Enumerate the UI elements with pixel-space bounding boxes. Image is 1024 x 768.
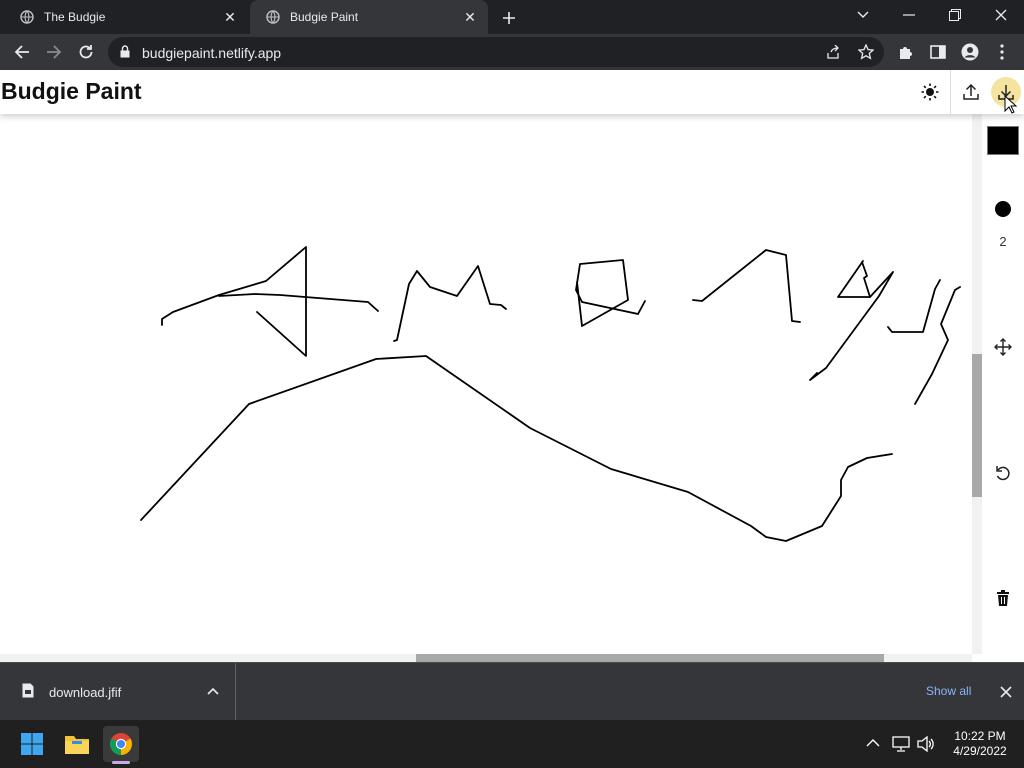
app-header: Budgie Paint	[0, 70, 1024, 114]
forward-button[interactable]	[40, 38, 68, 66]
close-icon	[995, 9, 1007, 21]
stroke-scribble-10	[914, 286, 961, 405]
stroke-scribble-9	[887, 279, 941, 333]
plus-icon	[503, 12, 515, 24]
tab-title: The Budgie	[44, 10, 106, 24]
address-bar[interactable]: budgiepaint.netlify.app	[108, 37, 884, 67]
stroke-scribble-2	[218, 293, 379, 312]
download-item[interactable]: download.jfif	[0, 663, 236, 720]
restore-button[interactable]	[932, 0, 978, 30]
chrome-taskbar-button[interactable]	[103, 726, 139, 762]
theme-toggle-button[interactable]	[915, 77, 945, 107]
chevron-up-icon[interactable]	[866, 738, 880, 748]
windows-taskbar: 10:22 PM 4/29/2022	[0, 720, 1024, 768]
profile-button[interactable]	[956, 38, 984, 66]
globe-icon	[266, 10, 280, 24]
minimize-button[interactable]	[886, 0, 932, 30]
side-panel-icon	[930, 45, 946, 59]
header-divider	[950, 70, 951, 114]
lock-icon	[120, 45, 130, 58]
new-tab-button[interactable]	[496, 5, 522, 31]
puzzle-icon	[900, 47, 912, 59]
budgie-paint-app: Budgie Paint 2	[0, 70, 1024, 662]
stroke-scribble-3	[393, 265, 507, 342]
stroke-scribble-5	[637, 300, 646, 315]
tab-title: Budgie Paint	[290, 10, 359, 24]
stroke-scribble-8	[809, 271, 894, 381]
more-vert-icon	[1000, 44, 1004, 60]
vertical-scrollbar-thumb[interactable]	[972, 354, 982, 497]
chevron-up-icon[interactable]	[204, 683, 222, 701]
clock-date: 4/29/2022	[953, 744, 1007, 758]
close-icon	[1000, 686, 1012, 698]
chrome-icon	[110, 733, 132, 755]
network-icon[interactable]	[892, 736, 910, 752]
avatar-icon	[961, 43, 979, 61]
stroke-scribble-4	[575, 259, 639, 327]
brush-size-dot[interactable]	[995, 201, 1011, 217]
volume-icon[interactable]	[917, 736, 935, 752]
vertical-scrollbar[interactable]	[972, 114, 982, 654]
close-tab-icon[interactable]: ✕	[460, 7, 480, 27]
close-window-button[interactable]	[978, 0, 1024, 30]
stroke-scribble-7	[837, 260, 871, 298]
extensions-button[interactable]	[892, 38, 920, 66]
browser-toolbar: budgiepaint.netlify.app	[0, 34, 1024, 70]
clear-canvas-button[interactable]	[991, 586, 1015, 610]
horizontal-scrollbar-thumb[interactable]	[416, 654, 884, 662]
arrow-right-icon	[47, 45, 62, 59]
file-icon	[22, 683, 34, 698]
tab-search-button[interactable]	[840, 0, 886, 30]
tab-the-budgie[interactable]: The Budgie ✕	[4, 0, 248, 34]
undo-icon	[996, 466, 1010, 481]
stroke-long-curve	[140, 355, 893, 542]
mouse-cursor-icon	[1004, 95, 1018, 114]
clock-time: 10:22 PM	[954, 729, 1006, 743]
bookmark-star-icon[interactable]	[858, 44, 874, 60]
globe-icon	[20, 10, 34, 24]
stroke-scribble-1	[161, 246, 307, 357]
download-file-name: download.jfif	[49, 685, 122, 700]
chevron-down-icon	[857, 11, 869, 18]
drawing-canvas[interactable]	[0, 114, 972, 654]
close-download-bar-button[interactable]	[996, 683, 1016, 701]
move-tool-button[interactable]	[991, 335, 1015, 359]
share-icon[interactable]	[826, 45, 840, 59]
show-all-link[interactable]: Show all	[926, 684, 971, 698]
reload-icon	[79, 45, 93, 59]
menu-button[interactable]	[988, 38, 1016, 66]
upload-button[interactable]	[956, 77, 986, 107]
windows-logo-icon	[21, 733, 43, 755]
color-swatch[interactable]	[987, 126, 1019, 155]
tab-budgie-paint[interactable]: Budgie Paint ✕	[250, 0, 488, 34]
folder-icon	[65, 736, 89, 754]
back-button[interactable]	[8, 38, 36, 66]
minimize-icon	[903, 14, 915, 16]
app-title: Budgie Paint	[1, 78, 142, 104]
active-app-indicator	[112, 761, 130, 764]
side-panel-button[interactable]	[924, 38, 952, 66]
start-button[interactable]	[14, 726, 50, 762]
brightness-icon	[921, 83, 939, 101]
close-tab-icon[interactable]: ✕	[220, 7, 240, 27]
stroke-scribble-6	[692, 249, 801, 323]
download-bar: download.jfif Show all	[0, 662, 1024, 720]
move-icon	[994, 338, 1012, 356]
reload-button[interactable]	[72, 38, 100, 66]
horizontal-scrollbar[interactable]	[0, 654, 972, 662]
browser-tab-strip: The Budgie ✕ Budgie Paint ✕	[0, 0, 1024, 34]
arrow-left-icon	[14, 45, 29, 59]
trash-icon	[997, 590, 1009, 606]
file-explorer-button[interactable]	[59, 726, 95, 762]
system-clock[interactable]: 10:22 PM 4/29/2022	[944, 729, 1016, 759]
restore-icon	[949, 9, 961, 21]
undo-button[interactable]	[991, 461, 1015, 485]
upload-icon	[963, 83, 979, 100]
brush-size-value: 2	[999, 234, 1007, 249]
canvas-drawing	[140, 246, 961, 542]
tool-sidebar: 2	[982, 114, 1024, 662]
url-text: budgiepaint.netlify.app	[142, 45, 282, 61]
